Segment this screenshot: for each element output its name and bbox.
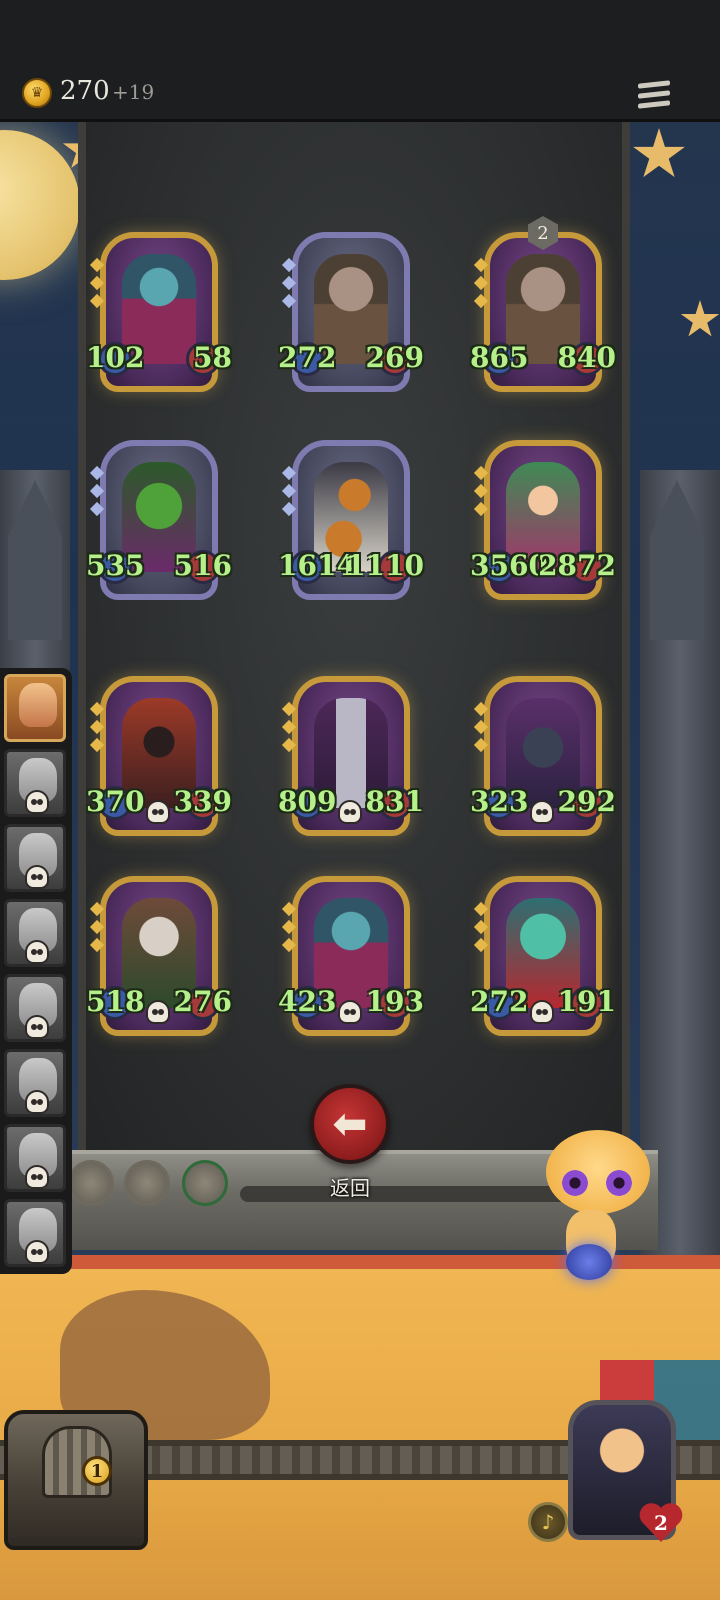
- back-button[interactable]: ⬅: [310, 1084, 390, 1164]
- health-stat: 193: [365, 985, 424, 1018]
- health-stat: 292: [557, 785, 616, 818]
- skull-icon: [530, 1000, 554, 1024]
- roster-slot[interactable]: [4, 824, 66, 892]
- skull-icon: [25, 1240, 49, 1264]
- hero-card[interactable]: 809 831: [278, 676, 424, 836]
- health-stat: 276: [173, 985, 232, 1018]
- ledge-slot-empty: [68, 1160, 114, 1206]
- card-grid: 102 58 272 269 2 865 840 535 516 1614 1110 3560 2872…: [0, 0, 720, 1100]
- hero-card[interactable]: 272 269: [278, 232, 424, 392]
- attack-stat: 535: [86, 549, 145, 582]
- health-stat: 1110: [346, 549, 424, 582]
- skull-icon: [25, 865, 49, 889]
- attack-stat: 272: [470, 985, 529, 1018]
- chest-count-badge: 1: [82, 1456, 112, 1486]
- attack-stat: 1614: [278, 549, 356, 582]
- roster-slot[interactable]: [4, 1124, 66, 1192]
- attack-stat: 370: [86, 785, 145, 818]
- ledge-slot-bronze: [124, 1160, 170, 1206]
- back-button-label: 返回: [330, 1176, 370, 1200]
- attack-stat: 272: [278, 341, 337, 374]
- roster-slot[interactable]: [4, 749, 66, 817]
- skull-icon: [25, 790, 49, 814]
- back-arrow-icon: ⬅: [332, 1099, 368, 1148]
- hero-roster: [0, 668, 72, 1274]
- hero-card[interactable]: 370 339: [86, 676, 232, 836]
- hero-card[interactable]: 518 276: [86, 876, 232, 1036]
- treasure-chest-button[interactable]: [4, 1410, 148, 1550]
- attack-stat: 518: [86, 985, 145, 1018]
- skull-icon: [25, 1165, 49, 1189]
- attack-stat: 423: [278, 985, 337, 1018]
- hero-card[interactable]: 323 292: [470, 676, 616, 836]
- hero-card[interactable]: 535 516: [86, 440, 232, 600]
- hero-card[interactable]: 2 865 840: [470, 216, 616, 392]
- attack-stat: 102: [86, 341, 145, 374]
- fish-icon[interactable]: [566, 1244, 612, 1280]
- attack-stat: 323: [470, 785, 529, 818]
- bell-icon[interactable]: ♪: [528, 1502, 568, 1542]
- hero-card[interactable]: 423 193: [278, 876, 424, 1036]
- health-stat: 840: [557, 341, 616, 374]
- hero-card[interactable]: 1614 1110: [278, 440, 424, 600]
- skull-icon: [338, 1000, 362, 1024]
- health-stat: 58: [193, 341, 232, 374]
- health-stat: 339: [173, 785, 232, 818]
- roster-slot-active[interactable]: [4, 674, 66, 742]
- skull-icon: [25, 940, 49, 964]
- skull-icon: [338, 800, 362, 824]
- attack-stat: 809: [278, 785, 337, 818]
- skull-icon: [530, 800, 554, 824]
- roster-slot[interactable]: [4, 1199, 66, 1267]
- hero-card[interactable]: 102 58: [86, 232, 232, 392]
- roster-slot[interactable]: [4, 1049, 66, 1117]
- cat-eye-right: [606, 1170, 632, 1196]
- roster-slot[interactable]: [4, 974, 66, 1042]
- hero-card[interactable]: 3560 2872: [470, 440, 616, 600]
- attack-stat: 865: [470, 341, 529, 374]
- health-stat: 516: [173, 549, 232, 582]
- cat-head: [546, 1130, 650, 1214]
- health-stat: 269: [365, 341, 424, 374]
- cat-eye-left: [562, 1170, 588, 1196]
- roster-face-icon: [19, 683, 57, 727]
- attack-stat: 3560: [470, 549, 548, 582]
- ledge-slot-green: [182, 1160, 228, 1206]
- skull-icon: [146, 800, 170, 824]
- roster-slot[interactable]: [4, 899, 66, 967]
- skull-icon: [25, 1090, 49, 1114]
- skull-icon: [25, 1015, 49, 1039]
- health-stat: 2872: [538, 549, 616, 582]
- health-stat: 191: [557, 985, 616, 1018]
- health-stat: 831: [365, 785, 424, 818]
- hero-card[interactable]: 272 191: [470, 876, 616, 1036]
- skull-icon: [146, 1000, 170, 1024]
